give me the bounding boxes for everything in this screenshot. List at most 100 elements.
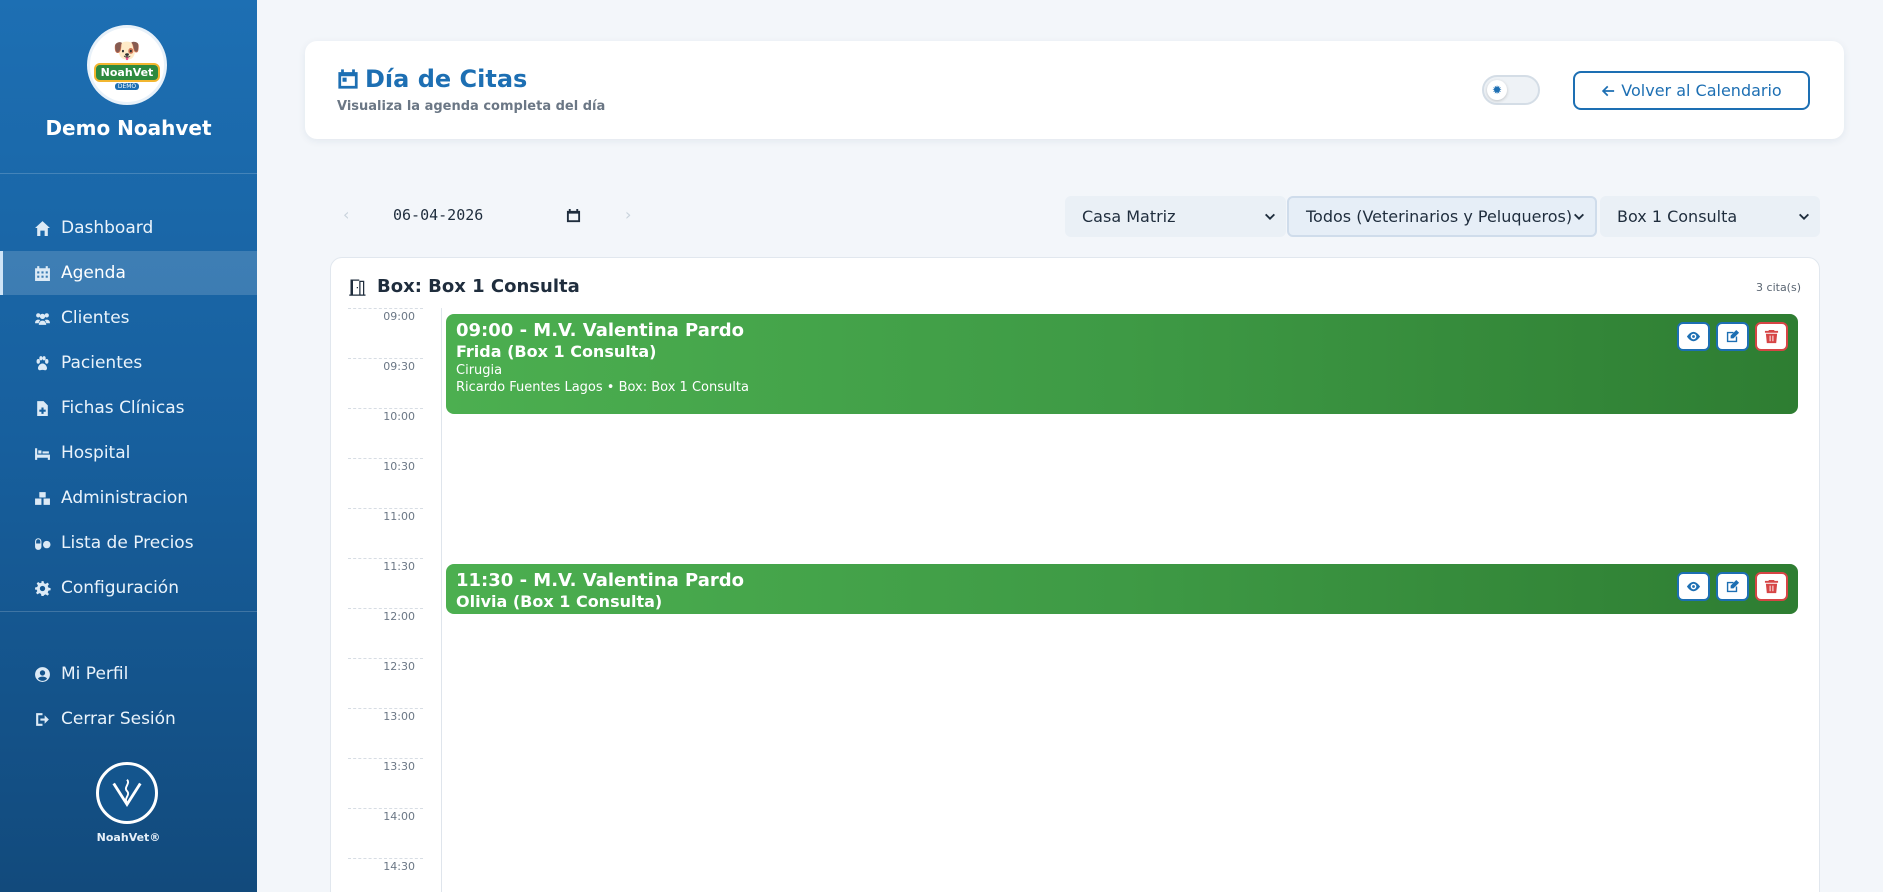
edit-icon xyxy=(1726,579,1740,593)
box-select[interactable]: Box 1 Consulta xyxy=(1600,196,1820,237)
box-title-text: Box: Box 1 Consulta xyxy=(377,276,580,297)
sidebar-item-fichas-clinicas[interactable]: Fichas Clínicas xyxy=(0,386,257,430)
sidebar-item-label: Cerrar Sesión xyxy=(61,709,176,729)
edit-icon xyxy=(1726,329,1740,343)
edit-appointment-button[interactable] xyxy=(1716,322,1749,351)
sidebar-item-label: Lista de Precios xyxy=(61,533,194,553)
theme-toggle[interactable]: ✹ xyxy=(1482,75,1540,105)
logo-demo-badge: DEMO xyxy=(114,82,140,90)
schedule-divider xyxy=(441,308,442,892)
time-slot: 09:30 xyxy=(348,358,423,408)
sidebar-item-lista-de-precios[interactable]: Lista de Precios xyxy=(0,521,257,565)
arrow-left-icon xyxy=(1602,85,1615,96)
time-slot: 13:30 xyxy=(348,758,423,808)
sidebar-item-label: Configuración xyxy=(61,578,179,598)
box-title: Box: Box 1 Consulta xyxy=(348,276,580,297)
time-slot: 13:00 xyxy=(348,708,423,758)
sidebar-item-label: Pacientes xyxy=(61,353,143,373)
home-icon xyxy=(32,218,52,238)
trash-icon xyxy=(1764,329,1779,344)
date-input[interactable]: 06-04-2026 xyxy=(381,199,593,231)
sidebar-item-label: Mi Perfil xyxy=(61,664,129,684)
logout-icon xyxy=(32,709,52,729)
calendar-icon xyxy=(32,263,52,283)
page-header: Día de Citas Visualiza la agenda complet… xyxy=(305,41,1844,139)
staff-select-value: Todos (Veterinarios y Peluqueros) xyxy=(1306,207,1573,226)
view-appointment-button[interactable] xyxy=(1677,322,1710,351)
time-slot: 12:30 xyxy=(348,658,423,708)
appointment-card[interactable]: 11:30 - M.V. Valentina Pardo Olivia (Box… xyxy=(446,564,1798,614)
appointment-pet: Olivia (Box 1 Consulta) xyxy=(456,592,663,611)
delete-appointment-button[interactable] xyxy=(1755,322,1788,351)
calendar-icon xyxy=(338,69,358,89)
sidebar-item-administracion[interactable]: Administracion xyxy=(0,476,257,520)
eye-icon xyxy=(1686,581,1701,592)
sidebar-item-agenda[interactable]: Agenda xyxy=(0,251,257,295)
users-icon xyxy=(32,308,52,328)
time-slot: 09:00 xyxy=(348,308,423,358)
sidebar-item-hospital[interactable]: Hospital xyxy=(0,431,257,475)
noahvet-footer-logo-icon xyxy=(96,762,158,824)
clinic-name: Demo Noahvet xyxy=(45,116,212,140)
appointment-title: 09:00 - M.V. Valentina Pardo xyxy=(456,320,745,341)
date-value: 06-04-2026 xyxy=(393,206,484,224)
appointment-card[interactable]: 09:00 - M.V. Valentina Pardo Frida (Box … xyxy=(446,314,1798,414)
appointment-actions xyxy=(1677,572,1788,601)
time-slot: 12:00 xyxy=(348,608,423,658)
calendar-picker-icon[interactable] xyxy=(566,208,581,223)
time-slot: 14:30 xyxy=(348,858,423,892)
sidebar-item-mi-perfil[interactable]: Mi Perfil xyxy=(0,652,257,696)
appointment-actions xyxy=(1677,322,1788,351)
box-schedule-panel: Box: Box 1 Consulta 3 cita(s) 09:00 09:3… xyxy=(330,257,1820,892)
sidebar-item-cerrar-sesion[interactable]: Cerrar Sesión xyxy=(0,697,257,741)
door-open-icon xyxy=(349,279,366,296)
view-appointment-button[interactable] xyxy=(1677,572,1710,601)
back-button-label: Volver al Calendario xyxy=(1621,81,1782,100)
sidebar-item-label: Agenda xyxy=(61,263,126,283)
branch-select[interactable]: Casa Matriz xyxy=(1065,196,1286,237)
pills-icon xyxy=(32,533,52,553)
chevron-down-icon xyxy=(1265,213,1275,220)
eye-icon xyxy=(1686,331,1701,342)
sidebar-item-label: Hospital xyxy=(61,443,131,463)
sidebar-item-label: Fichas Clínicas xyxy=(61,398,185,418)
appointment-detail: Ricardo Fuentes Lagos • Box: Box 1 Consu… xyxy=(456,380,749,395)
sun-icon: ✹ xyxy=(1487,80,1507,100)
back-to-calendar-button[interactable]: Volver al Calendario xyxy=(1573,71,1810,110)
sidebar-item-label: Administracion xyxy=(61,488,189,508)
chevron-down-icon xyxy=(1574,213,1584,220)
gear-icon xyxy=(32,578,52,598)
sidebar-item-pacientes[interactable]: Pacientes xyxy=(0,341,257,385)
page-title-text: Día de Citas xyxy=(365,65,528,93)
boxes-icon xyxy=(32,488,52,508)
appointment-count: 3 cita(s) xyxy=(1756,281,1801,294)
hospital-bed-icon xyxy=(32,443,52,463)
sidebar-item-configuracion[interactable]: Configuración xyxy=(0,566,257,610)
staff-select[interactable]: Todos (Veterinarios y Peluqueros) xyxy=(1287,196,1597,237)
sidebar-divider xyxy=(0,611,257,612)
delete-appointment-button[interactable] xyxy=(1755,572,1788,601)
time-slot: 11:30 xyxy=(348,558,423,608)
appointment-title: 11:30 - M.V. Valentina Pardo xyxy=(456,570,745,591)
user-circle-icon xyxy=(32,664,52,684)
sidebar: 🐶 NoahVet DEMO Demo Noahvet Dashboard Ag… xyxy=(0,0,257,892)
file-medical-icon xyxy=(32,398,52,418)
chevron-down-icon xyxy=(1799,213,1809,220)
appointment-type: Cirugia xyxy=(456,363,503,378)
sidebar-item-clientes[interactable]: Clientes xyxy=(0,296,257,340)
logo-text: NoahVet xyxy=(93,62,161,82)
page-subtitle: Visualiza la agenda completa del día xyxy=(337,99,606,114)
sidebar-divider xyxy=(0,173,257,174)
time-slot: 10:00 xyxy=(348,408,423,458)
sidebar-item-dashboard[interactable]: Dashboard xyxy=(0,206,257,250)
next-day-chevron-icon[interactable]: › xyxy=(625,205,631,224)
sidebar-item-label: Clientes xyxy=(61,308,130,328)
clinic-logo: 🐶 NoahVet DEMO xyxy=(87,25,167,105)
box-select-value: Box 1 Consulta xyxy=(1617,207,1738,226)
pets-logo-icon: 🐶 xyxy=(113,38,141,64)
time-slot: 14:00 xyxy=(348,808,423,858)
sidebar-item-label: Dashboard xyxy=(61,218,154,238)
time-slot: 10:30 xyxy=(348,458,423,508)
edit-appointment-button[interactable] xyxy=(1716,572,1749,601)
prev-day-chevron-icon[interactable]: ‹ xyxy=(343,205,349,224)
